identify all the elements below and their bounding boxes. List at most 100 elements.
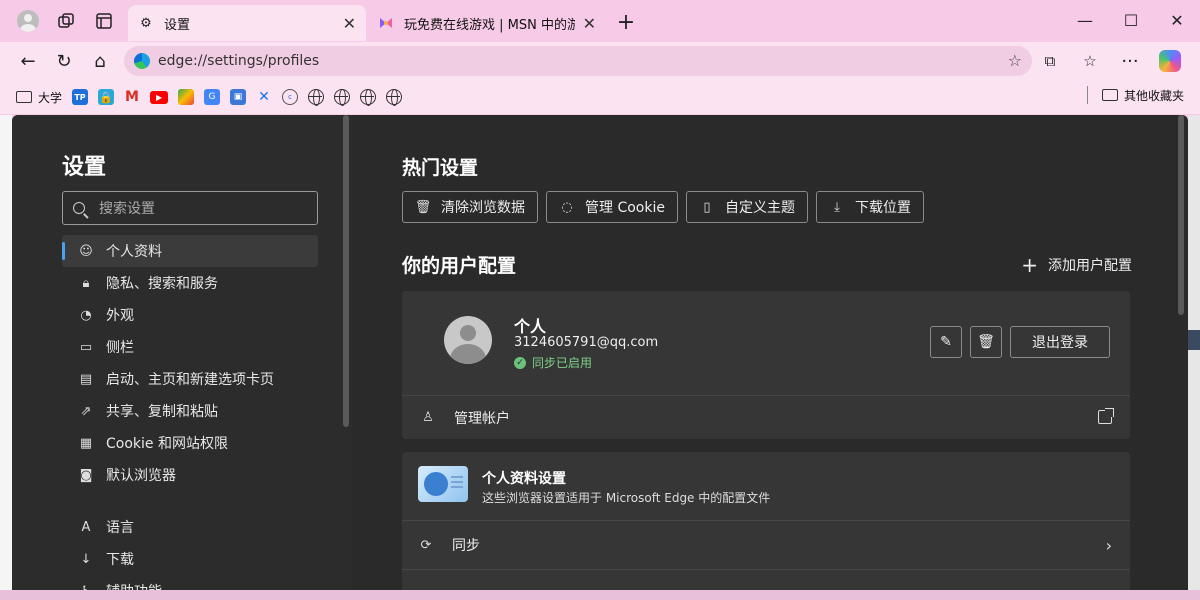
settings-page: 设置 搜索设置 ☺ 个人资料 🔒︎ 隐私、搜索和服务 ◔ 外观 ▭ 侧栏 ▤ 启…: [12, 115, 1188, 590]
edit-profile-button[interactable]: ✎: [930, 326, 962, 358]
divider: [1086, 86, 1088, 104]
add-profile-button[interactable]: + 添加用户配置: [1021, 253, 1132, 277]
favorite-star-icon[interactable]: ☆: [1008, 51, 1022, 70]
bookmark-x[interactable]: ✕: [256, 86, 272, 108]
toolbar: ← ↻ ⌂ edge://settings/profiles ☆ ⧉ ☆ ···: [0, 42, 1200, 80]
sidebar-item-privacy[interactable]: 🔒︎ 隐私、搜索和服务: [62, 267, 318, 299]
maximize-button[interactable]: ☐: [1108, 0, 1154, 40]
manage-cookies-button[interactable]: ◌ 管理 Cookie: [546, 191, 678, 223]
more-icon: ···: [1121, 50, 1139, 72]
background-window-element: [1188, 330, 1200, 350]
customize-theme-button[interactable]: ▯ 自定义主题: [685, 191, 808, 223]
sidebar-item-cookies[interactable]: ▦ Cookie 和网站权限: [62, 427, 318, 459]
startup-icon: ▤: [79, 371, 93, 387]
bookmark-globe-1[interactable]: [308, 86, 325, 108]
external-link-icon: [1098, 408, 1114, 424]
sidebar-item-share[interactable]: ⇗ 共享、复制和粘贴: [62, 395, 318, 427]
blog-icon: c: [282, 89, 299, 105]
sync-row[interactable]: ⟳ 同步 ›: [402, 521, 1130, 569]
address-bar[interactable]: edge://settings/profiles ☆: [124, 46, 1032, 76]
bookmark-youtube[interactable]: ▶: [150, 86, 169, 108]
close-icon[interactable]: ✕: [343, 14, 356, 33]
sidebar-item-label: 隐私、搜索和服务: [106, 276, 218, 292]
minimize-icon: —: [1077, 10, 1093, 30]
sidebar-item-appearance[interactable]: ◔ 外观: [62, 299, 318, 331]
puzzle-icon: ⧉: [1044, 52, 1056, 70]
bookmark-globe-4[interactable]: [386, 86, 403, 108]
url-text: edge://settings/profiles: [158, 53, 320, 69]
bookmark-globe-3[interactable]: [360, 86, 377, 108]
avatar-icon: [17, 10, 39, 32]
profile-settings-title: 个人资料设置: [482, 471, 566, 487]
refresh-button[interactable]: ↻: [46, 45, 82, 77]
sidebar-item-label: 共享、复制和粘贴: [106, 404, 218, 420]
close-window-button[interactable]: ✕: [1154, 0, 1200, 40]
sidebar-item-label: 语言: [106, 520, 134, 536]
other-favorites[interactable]: 其他收藏夹: [1086, 86, 1184, 104]
x-icon: ✕: [258, 89, 270, 105]
bookmark-folder-daxue[interactable]: 大学: [16, 86, 62, 108]
bookmark-tp[interactable]: TP: [72, 86, 89, 108]
workspaces-button[interactable]: [50, 5, 82, 37]
bookmark-label: 大学: [38, 90, 63, 105]
tab-actions-button[interactable]: [88, 5, 120, 37]
tab-settings[interactable]: ⚙ 设置 ✕: [128, 5, 366, 41]
delete-profile-button[interactable]: 🗑︎: [970, 326, 1002, 358]
sign-out-button[interactable]: 退出登录: [1010, 326, 1110, 358]
bookmark-blog[interactable]: c: [282, 86, 299, 108]
settings-sidebar: 设置 搜索设置 ☺ 个人资料 🔒︎ 隐私、搜索和服务 ◔ 外观 ▭ 侧栏 ▤ 启…: [12, 115, 352, 590]
sidebar-item-startup[interactable]: ▤ 启动、主页和新建选项卡页: [62, 363, 318, 395]
folder-icon: [16, 91, 32, 103]
profile-avatar-button[interactable]: [12, 5, 44, 37]
sidebar-item-downloads[interactable]: ↓ 下载: [62, 543, 318, 575]
sync-status: ✓ 同步已启用: [514, 354, 592, 371]
clear-browsing-data-button[interactable]: 🗑︎ 清除浏览数据: [402, 191, 538, 223]
lock-icon: 🔒: [98, 89, 115, 105]
globe-icon: [360, 89, 377, 106]
other-favorites-label: 其他收藏夹: [1123, 88, 1184, 103]
bookmark-gmail[interactable]: M: [124, 86, 140, 108]
gear-icon: ⚙: [140, 15, 152, 31]
download-location-button[interactable]: ⤓ 下载位置: [815, 191, 924, 223]
sidebar-item-languages[interactable]: A 语言: [62, 511, 318, 543]
home-button[interactable]: ⌂: [82, 45, 118, 77]
sync-label: 同步: [452, 538, 480, 554]
sidebar-item-label: 下载: [106, 552, 134, 568]
minimize-button[interactable]: —: [1062, 0, 1108, 40]
bookmark-app[interactable]: ▣: [230, 86, 247, 108]
browser-icon: ◙: [79, 467, 93, 483]
manage-account-row[interactable]: ♙ 管理帐户: [402, 396, 1130, 439]
bookmark-maps[interactable]: [178, 86, 195, 108]
extensions-button[interactable]: ⧉: [1032, 45, 1068, 77]
new-tab-button[interactable]: +: [610, 6, 642, 38]
sidebar-item-profiles[interactable]: ☺ 个人资料: [62, 235, 318, 267]
tab-msn-games[interactable]: 玩免费在线游戏 | MSN 中的游戏 ✕: [368, 5, 606, 41]
app-icon: ▣: [230, 89, 247, 105]
search-input[interactable]: 搜索设置: [62, 191, 318, 225]
bookmark-globe-2[interactable]: [334, 86, 351, 108]
back-button[interactable]: ←: [10, 45, 46, 77]
workspaces-icon: [58, 13, 74, 28]
more-button[interactable]: ···: [1112, 45, 1148, 77]
favorites-button[interactable]: ☆: [1072, 45, 1108, 77]
brush-icon: ▯: [703, 199, 711, 215]
bookmark-lock[interactable]: 🔒: [98, 86, 115, 108]
bookmark-translate[interactable]: G: [204, 86, 221, 108]
tab-strip: ⚙ 设置 ✕ 玩免费在线游戏 | MSN 中的游戏 ✕ + — ☐ ✕: [0, 0, 1200, 42]
profile-email: 3124605791@qq.com: [514, 335, 659, 350]
sidebar-item-default-browser[interactable]: ◙ 默认浏览器: [62, 459, 318, 491]
main-scrollbar[interactable]: [1178, 115, 1184, 315]
profile-settings-description: 这些浏览器设置适用于 Microsoft Edge 中的配置文件: [482, 491, 771, 505]
button-label: 管理 Cookie: [585, 200, 665, 216]
sidebar-icon: ▭: [79, 339, 93, 355]
sidebar-item-accessibility[interactable]: ♿ 辅助功能: [62, 575, 318, 591]
copilot-button[interactable]: [1152, 45, 1188, 77]
gmail-icon: M: [125, 89, 139, 105]
sidebar-item-sidebar[interactable]: ▭ 侧栏: [62, 331, 318, 363]
cookie-icon: ◌: [561, 199, 573, 215]
close-icon[interactable]: ✕: [583, 14, 596, 33]
profiles-title: 你的用户配置: [402, 255, 517, 277]
tp-link-icon: TP: [72, 89, 89, 105]
chevron-right-icon: ›: [1105, 536, 1112, 555]
sidebar-scrollbar[interactable]: [343, 115, 349, 427]
